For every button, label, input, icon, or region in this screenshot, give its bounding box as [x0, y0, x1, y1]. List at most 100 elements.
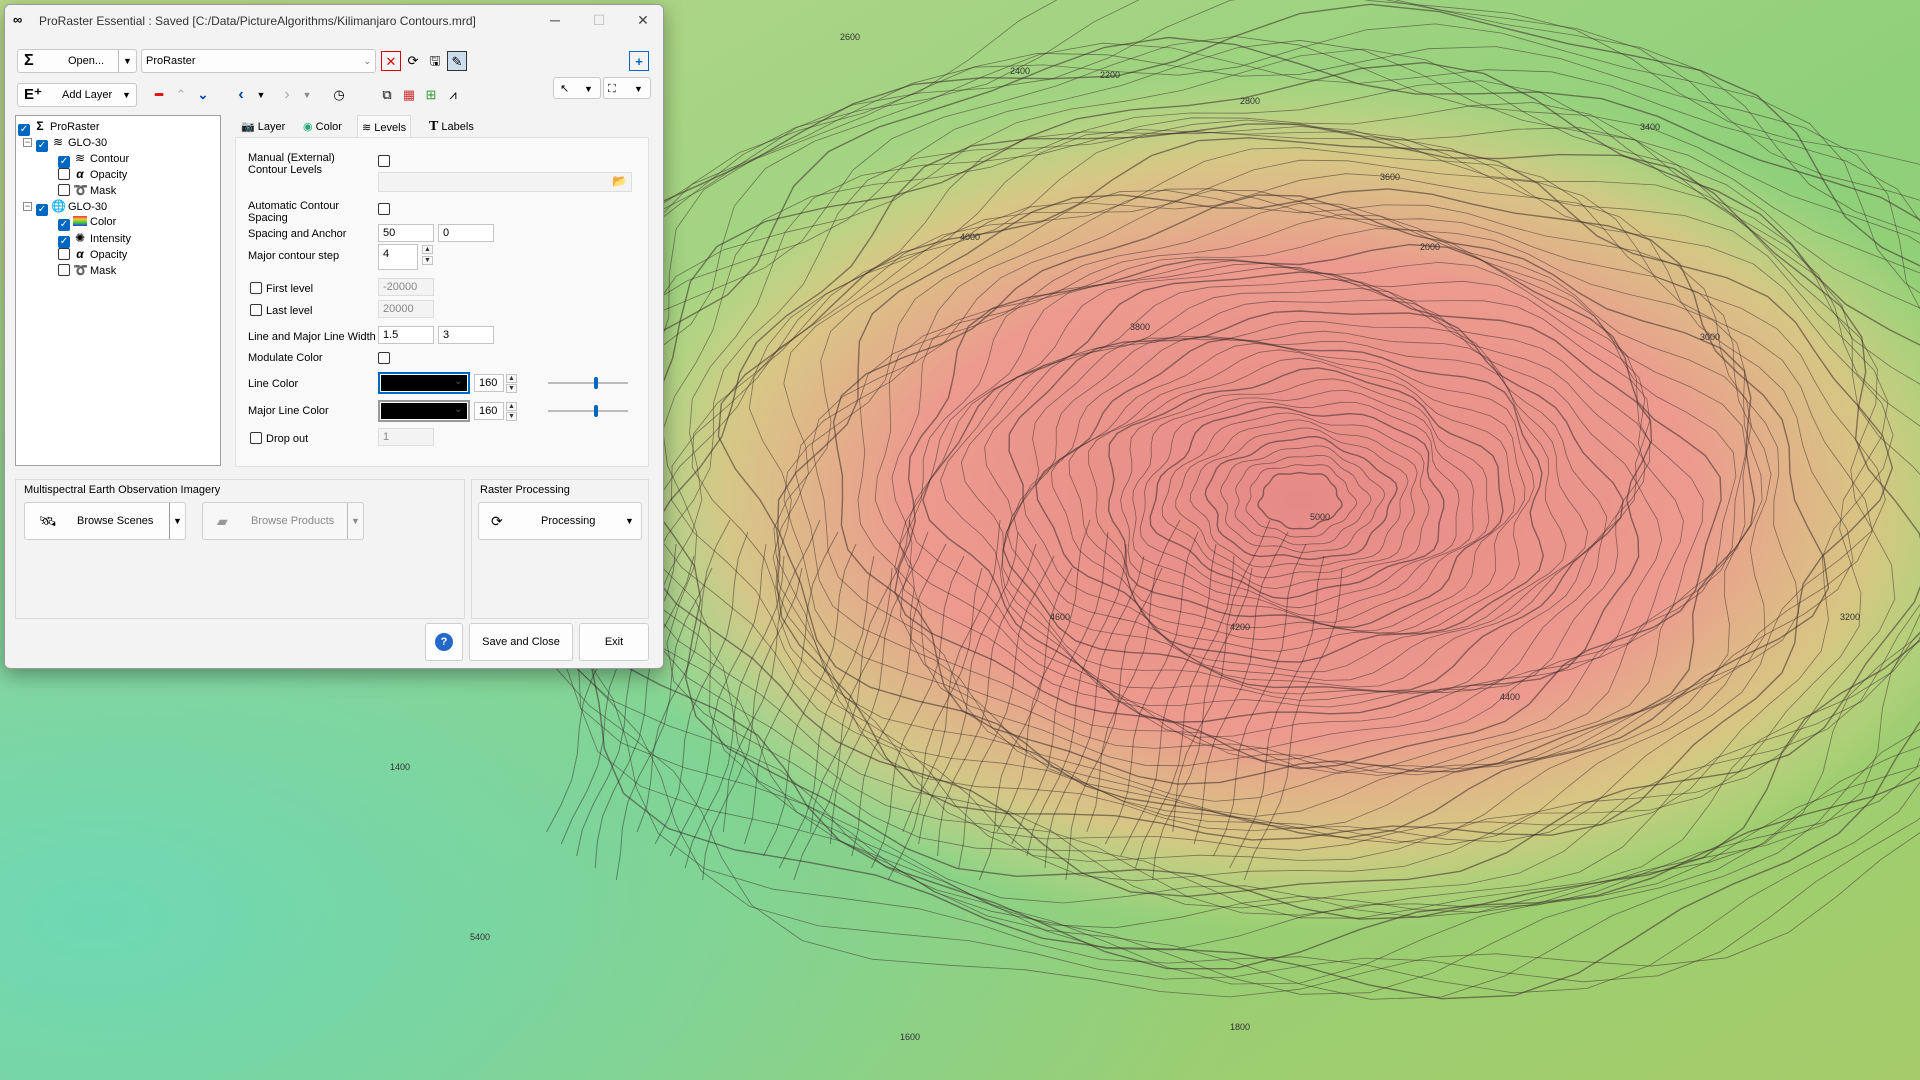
back-icon[interactable]: ‹ [231, 85, 251, 105]
line-alpha-input[interactable]: 160 [474, 374, 504, 392]
browse-scenes-button[interactable]: 🛰 Browse Scenes ▼ [24, 502, 186, 540]
tree-item-label: Color [90, 216, 117, 228]
contour-label: 4400 [1500, 692, 1520, 702]
move-up-icon[interactable]: ⌃ [171, 85, 191, 105]
open-button[interactable]: Σ Open... ▼ [17, 49, 137, 73]
tree-layer-contour[interactable]: ✓ ≋ GLO-30 [36, 134, 107, 152]
spin-down-icon[interactable]: ▼ [422, 256, 433, 265]
last-level-checkbox[interactable] [250, 304, 262, 316]
tree-item-intensity[interactable]: ✓ ✺ Intensity [58, 230, 131, 248]
processing-button[interactable]: ⟳ Processing ▼ [478, 502, 642, 540]
levels-file-field[interactable] [378, 172, 632, 192]
collapse-toggle[interactable]: − [23, 138, 32, 147]
contour-label: 3800 [1130, 322, 1150, 332]
sigma-icon: Σ [36, 119, 44, 133]
contour-label: 3600 [1380, 172, 1400, 182]
folder-open-icon[interactable]: 📂 [612, 174, 627, 188]
checkbox[interactable] [58, 264, 70, 276]
tab-labels[interactable]: T Labels [425, 115, 478, 139]
edit-settings-icon[interactable]: ✎ [447, 51, 467, 71]
major-alpha-slider[interactable] [548, 410, 628, 412]
processing-label: Processing [541, 515, 596, 527]
tree-item-mask[interactable]: ➰ Mask [58, 262, 116, 278]
save-and-close-button[interactable]: Save and Close [469, 623, 573, 661]
checkbox-checked[interactable]: ✓ [18, 124, 30, 136]
tree-layer-color[interactable]: ✓ 🌐 GLO-30 [36, 198, 107, 216]
tree-item-opacity[interactable]: α Opacity [58, 246, 127, 262]
save-icon[interactable]: 🖫 [425, 51, 445, 71]
spacing-input[interactable]: 50 [378, 224, 434, 242]
delete-project-icon[interactable]: ✕ [381, 51, 401, 71]
anchor-input[interactable]: 0 [438, 224, 494, 242]
globe-icon: 🌐 [51, 199, 66, 213]
tree-item-color[interactable]: ✓ Color [58, 214, 117, 231]
exit-button[interactable]: Exit [579, 623, 649, 661]
chevron-down-icon[interactable]: ⌄ [454, 376, 462, 387]
first-level-input[interactable]: -20000 [378, 278, 434, 296]
spin-up-icon[interactable]: ▲ [506, 374, 517, 383]
tree-item-mask[interactable]: ➰ Mask [58, 182, 116, 198]
chevron-down-icon[interactable]: ▼ [347, 503, 363, 539]
major-step-input[interactable]: 4 [378, 244, 418, 270]
checkbox-checked[interactable]: ✓ [36, 140, 48, 152]
minimize-button[interactable]: ─ [533, 5, 577, 35]
collapse-toggle[interactable]: − [23, 202, 32, 211]
last-level-input[interactable]: 20000 [378, 300, 434, 318]
tab-color[interactable]: ◉ Color [299, 115, 346, 139]
window-title: ProRaster Essential : Saved [C:/Data/Pic… [39, 14, 476, 28]
slider-thumb[interactable] [594, 405, 598, 417]
chevron-down-icon[interactable]: ▼ [297, 85, 317, 105]
dropout-checkbox[interactable] [250, 432, 262, 444]
browse-products-button[interactable]: ▰ Browse Products ▼ [202, 502, 364, 540]
remove-layer-icon[interactable]: ━ [149, 85, 169, 105]
modulate-color-checkbox[interactable] [378, 352, 390, 364]
chevron-down-icon[interactable]: ▼ [169, 503, 185, 539]
checkbox[interactable] [58, 184, 70, 196]
spin-up-icon[interactable]: ▲ [506, 402, 517, 411]
auto-spacing-checkbox[interactable] [378, 203, 390, 215]
raster-title: Raster Processing [480, 484, 570, 496]
history-icon[interactable]: ◷ [329, 85, 349, 105]
slider-thumb[interactable] [594, 377, 598, 389]
checkbox[interactable] [58, 248, 70, 260]
spin-up-icon[interactable]: ▲ [422, 245, 433, 254]
forward-icon[interactable]: › [277, 85, 297, 105]
manual-levels-checkbox[interactable] [378, 155, 390, 167]
major-line-width-input[interactable]: 3 [438, 326, 494, 344]
checkbox-checked[interactable]: ✓ [36, 204, 48, 216]
chevron-down-icon[interactable]: ⌄ [454, 404, 462, 415]
chevron-down-icon[interactable]: ▼ [251, 85, 271, 105]
pointer-tool-select[interactable]: ↖ ▼ [553, 77, 601, 99]
maximize-button[interactable]: ☐ [577, 5, 621, 35]
color-bands-icon[interactable]: ▦ [399, 85, 419, 105]
layer-tree[interactable]: ✓ Σ ProRaster − ✓ ≋ GLO-30 ✓ ≋ Contour α Opacit… [15, 115, 221, 466]
tab-levels[interactable]: ≋ Levels [357, 115, 412, 139]
grid-icon[interactable]: ⊞ [421, 85, 441, 105]
add-layer-button[interactable]: Ε⁺ Add Layer ▼ [17, 83, 137, 107]
line-width-input[interactable]: 1.5 [378, 326, 434, 344]
chevron-down-icon[interactable]: ▼ [118, 50, 136, 72]
major-alpha-input[interactable]: 160 [474, 402, 504, 420]
tree-item-contour[interactable]: ✓ ≋ Contour [58, 150, 129, 168]
spin-down-icon[interactable]: ▼ [506, 384, 517, 393]
tab-label: Layer [257, 121, 286, 133]
line-alpha-slider[interactable] [548, 382, 628, 384]
tree-root[interactable]: ✓ Σ ProRaster [18, 118, 100, 136]
tab-layer[interactable]: 📷 Layer [237, 115, 289, 139]
refresh-icon[interactable]: ⟳ [403, 51, 423, 71]
contour-icon: ≋ [362, 122, 372, 134]
spin-down-icon[interactable]: ▼ [506, 412, 517, 421]
tree-item-opacity[interactable]: α Opacity [58, 166, 127, 182]
chart-icon[interactable]: ⩘ [443, 85, 463, 105]
first-level-checkbox[interactable] [250, 282, 262, 294]
checkbox[interactable] [58, 168, 70, 180]
add-window-icon[interactable]: + [629, 51, 649, 71]
project-select[interactable]: ProRaster ⌄ [141, 49, 376, 73]
title-bar[interactable]: ∞ ProRaster Essential : Saved [C:/Data/P… [5, 5, 663, 35]
copy-icon[interactable]: ⧉ [377, 85, 397, 105]
dropout-input[interactable]: 1 [378, 428, 434, 446]
help-button[interactable]: ? [425, 623, 463, 661]
move-down-icon[interactable]: ⌄ [193, 85, 213, 105]
close-button[interactable]: ✕ [621, 5, 663, 35]
zoom-tool-select[interactable]: ⛶ ▼ [603, 77, 651, 99]
